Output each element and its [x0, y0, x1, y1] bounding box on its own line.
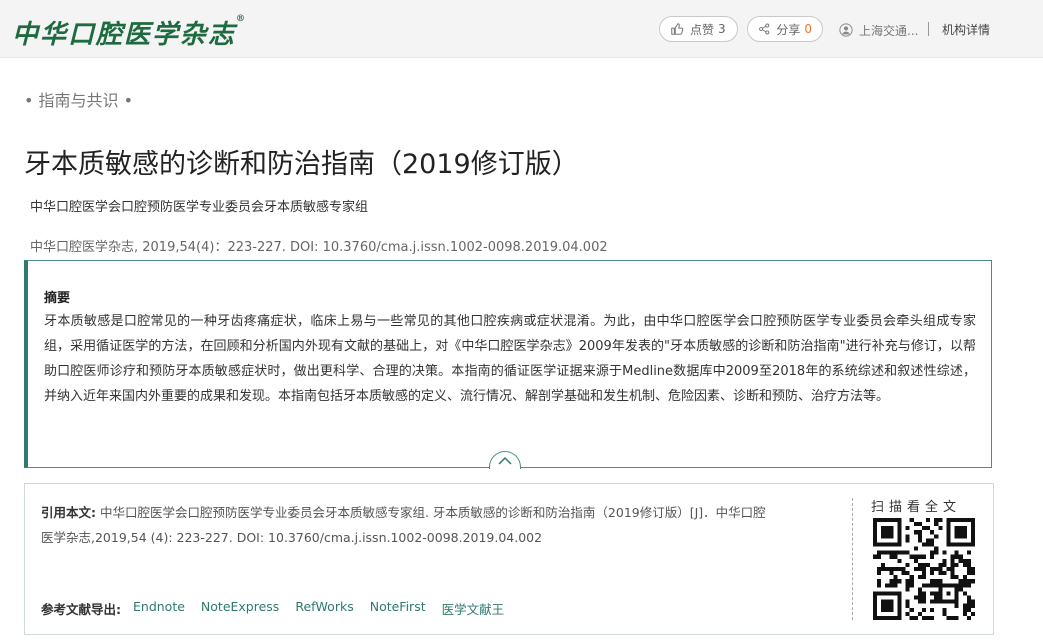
dashed-divider [852, 498, 853, 620]
export-yixuewenxianwang-link[interactable]: 医学文献王 [442, 599, 505, 618]
chevron-up-icon [498, 456, 512, 465]
cite-this-article: 引用本文: 中华口腔医学会口腔预防医学专业委员会牙本质敏感专家组. 牙本质敏感的… [41, 500, 771, 550]
top-bar: 中华口腔医学杂志® 点赞 3 分享 0 上海交通... 机构详情 [0, 0, 1043, 58]
logo-registered-mark: ® [236, 14, 248, 24]
header-divider [928, 22, 929, 36]
reference-export-row: 参考文献导出: Endnote NoteExpress RefWorks Not… [41, 599, 520, 618]
share-label: 分享 [776, 22, 801, 37]
share-button[interactable]: 分享 0 [747, 16, 823, 42]
section-label: 指南与共识 [38, 91, 119, 110]
citation-panel: 引用本文: 中华口腔医学会口腔预防医学专业委员会牙本质敏感专家组. 牙本质敏感的… [24, 483, 994, 635]
share-count: 0 [804, 22, 812, 36]
org-details-link[interactable]: 机构详情 [942, 21, 990, 38]
like-label: 点赞 [690, 22, 715, 37]
export-endnote-link[interactable]: Endnote [133, 599, 185, 618]
section-tag: • 指南与共识 • [24, 87, 133, 111]
section-bullet-left: • [24, 91, 39, 110]
export-noteexpress-link[interactable]: NoteExpress [201, 599, 279, 618]
like-count: 3 [718, 22, 726, 36]
user-icon [839, 23, 853, 37]
logo-text: 中华口腔医学杂志 [12, 20, 237, 50]
section-bullet-right: • [118, 91, 134, 110]
cite-label: 引用本文: [41, 505, 96, 520]
abstract-text: 牙本质敏感是口腔常见的一种牙齿疼痛症状，临床上易与一些常见的其他口腔疾病或症状混… [44, 314, 976, 404]
export-refworks-link[interactable]: RefWorks [295, 599, 353, 618]
like-button[interactable]: 点赞 3 [659, 16, 738, 42]
cite-text: 中华口腔医学会口腔预防医学专业委员会牙本质敏感专家组. 牙本质敏感的诊断和防治指… [41, 505, 766, 545]
thumbs-up-icon [671, 23, 684, 35]
export-notefirst-link[interactable]: NoteFirst [370, 599, 426, 618]
abstract-heading: 摘要 [44, 291, 71, 306]
qr-code-icon [873, 518, 975, 620]
article-authors[interactable]: 中华口腔医学会口腔预防医学专业委员会牙本质敏感专家组 [30, 196, 368, 215]
article-citation-line: 中华口腔医学杂志, 2019,54(4)：223-227. DOI: 10.37… [30, 240, 608, 255]
journal-logo[interactable]: 中华口腔医学杂志® [12, 14, 248, 50]
user-account[interactable]: 上海交通... [839, 20, 918, 40]
export-label: 参考文献导出: [41, 602, 121, 617]
article-title: 牙本质敏感的诊断和防治指南（2019修订版） [24, 149, 579, 180]
abstract-panel: 摘要 牙本质敏感是口腔常见的一种牙齿疼痛症状，临床上易与一些常见的其他口腔疾病或… [24, 260, 992, 468]
qr-label: 扫描看全文 [871, 500, 962, 515]
share-icon [759, 23, 770, 35]
user-name: 上海交通... [859, 23, 919, 38]
